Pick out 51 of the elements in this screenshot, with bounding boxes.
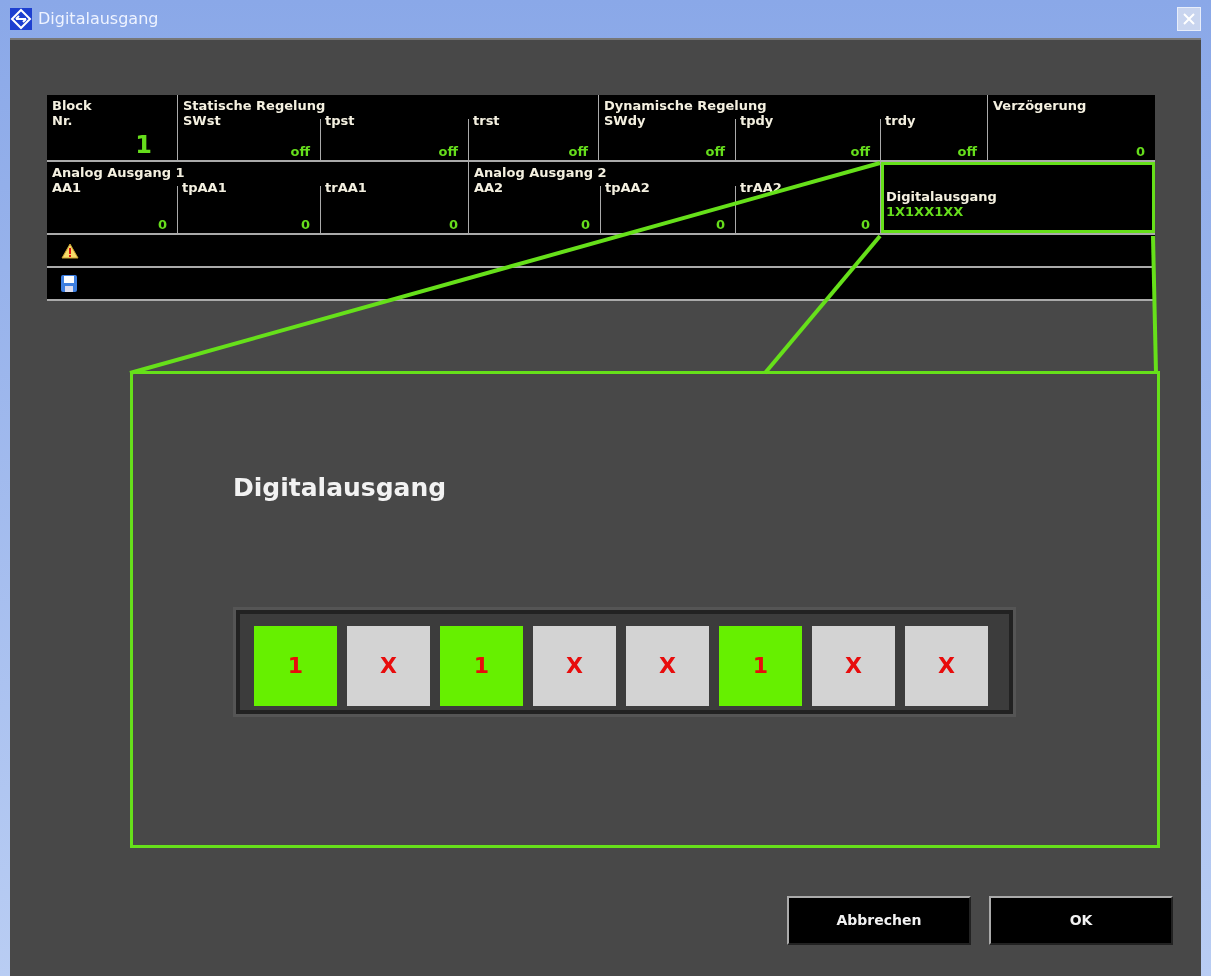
window-title: Digitalausgang [38,8,159,30]
field-value: off [850,144,870,159]
bit-cell: 1 [719,625,802,706]
bit-cell: 1 [440,625,523,706]
column-label: tpAA2 [605,180,651,195]
group-header: Analog Ausgang 2 [474,165,607,180]
field-value: 0 [300,217,310,232]
field-value: off [438,144,458,159]
column-label: trAA1 [325,180,368,195]
column-label: tpst [325,113,356,128]
column-label: trdy [885,113,917,128]
close-button[interactable] [1177,7,1201,31]
field-value: 0 [715,217,725,232]
field-value: off [705,144,725,159]
field-value: 0 [448,217,458,232]
column-label: trst [473,113,501,128]
bit-cell: 1 [254,625,337,706]
column-label: tpdy [740,113,775,128]
column-label: AA1 [52,180,83,195]
column-label: AA2 [474,180,505,195]
column-label: Nr. [52,113,74,128]
column-label: Digitalausgang [886,189,998,204]
field-value: 0 [157,217,167,232]
group-header: Verzögerung [993,98,1087,113]
field-value: 0 [580,217,590,232]
group-header: Dynamische Regelung [604,98,767,113]
cancel-button[interactable]: Abbrechen [787,896,971,945]
field-value: 0 [1135,144,1145,159]
bit-cell: X [812,625,895,706]
warning-icon [61,242,79,259]
field-value: off [290,144,310,159]
column-label: tpAA1 [182,180,228,195]
field-value: off [957,144,977,159]
column-label: SWst [183,113,222,128]
group-header: Statische Regelung [183,98,326,113]
field-value: off [568,144,588,159]
ok-button[interactable]: OK [989,896,1173,945]
group-header: Analog Ausgang 1 [52,165,185,180]
group-header: Block [52,98,92,113]
save-icon [61,275,77,292]
close-icon [1182,12,1196,26]
bit-cell: X [905,625,988,706]
block-number: 1 [135,132,152,158]
bit-cell: X [533,625,616,706]
field-value: 0 [860,217,870,232]
app-icon [10,8,32,30]
field-value: 1X1XX1XX [886,204,965,219]
bit-cell: X [626,625,709,706]
column-label: SWdy [604,113,647,128]
panel-title: Digitalausgang [233,472,448,504]
bit-cell: X [347,625,430,706]
